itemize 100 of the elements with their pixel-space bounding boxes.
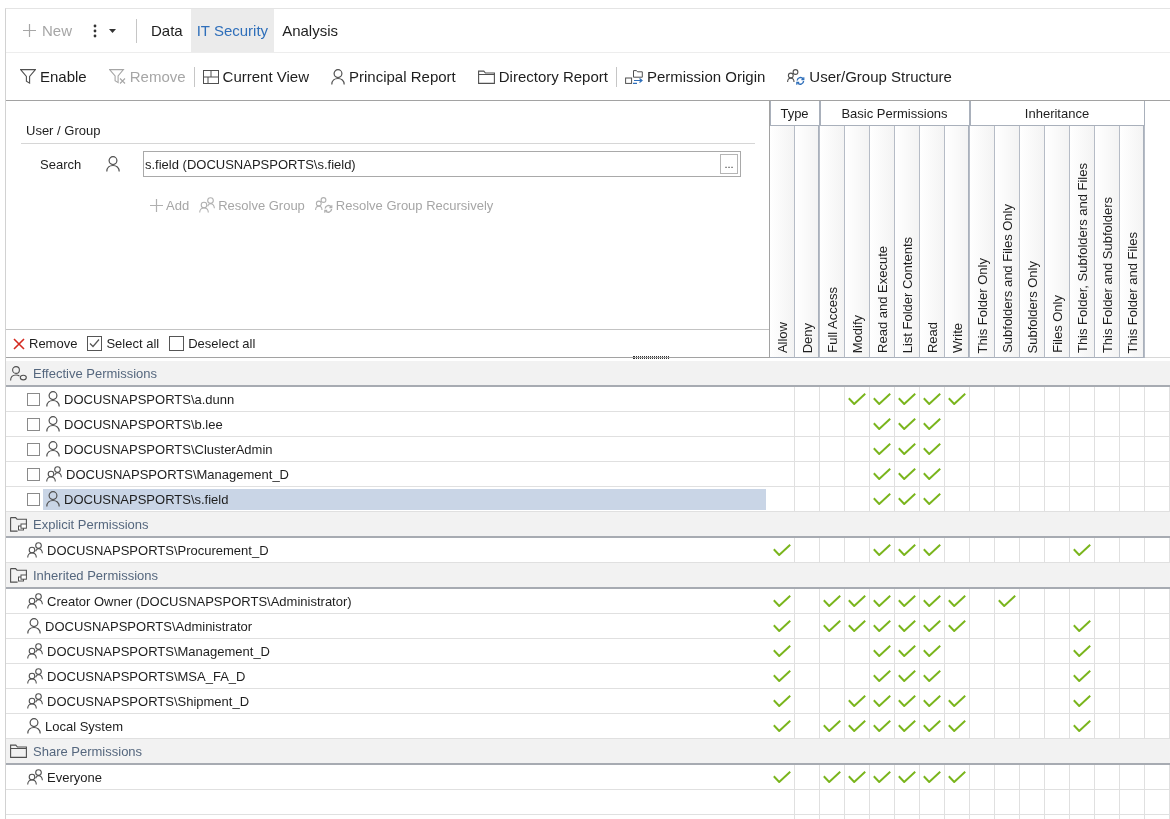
deselect-all-button[interactable]: Deselect all [169, 336, 256, 351]
empty-cell [1145, 387, 1170, 412]
column-header[interactable]: This Folder and Files [1120, 126, 1145, 358]
column-header[interactable]: Subfolders and Files Only [995, 126, 1020, 358]
user-icon [106, 156, 120, 172]
principal-row[interactable]: DOCUSNAPSPORTS\Management_D [43, 463, 766, 485]
column-header[interactable]: This Folder, Subfolders and Files [1070, 126, 1095, 358]
check-icon [923, 544, 941, 556]
section-title: Explicit Permissions [33, 516, 149, 532]
empty-cell [1095, 790, 1120, 815]
check-icon [873, 620, 891, 632]
plus-icon [150, 198, 163, 212]
principal-row[interactable]: DOCUSNAPSPORTS\b.lee [43, 413, 766, 435]
user-group-icon [27, 643, 43, 659]
column-header[interactable]: Modify [845, 126, 870, 358]
check-icon [873, 720, 891, 732]
user-icon [27, 718, 41, 734]
principal-row[interactable]: DOCUSNAPSPORTS\ClusterAdmin [43, 438, 766, 460]
empty-cell [1145, 664, 1170, 689]
column-header[interactable]: Files Only [1045, 126, 1070, 358]
remove-button[interactable]: Remove [13, 336, 78, 351]
principal-row[interactable]: DOCUSNAPSPORTS\s.field [43, 488, 766, 510]
tab[interactable]: Analysis [276, 9, 344, 52]
check-icon [848, 620, 866, 632]
browse-button[interactable]: ... [720, 154, 738, 174]
principal-row[interactable]: DOCUSNAPSPORTS\a.dunn [43, 388, 766, 410]
tab[interactable]: IT Security [190, 9, 275, 52]
check-icon [898, 443, 916, 455]
toolbar-button[interactable]: User/Group Structure [787, 68, 952, 85]
principal-row[interactable]: Local System [24, 715, 766, 737]
empty-cell [995, 790, 1020, 815]
check-icon [898, 645, 916, 657]
tab[interactable]: Data [145, 9, 189, 52]
principal-row[interactable]: DOCUSNAPSPORTS\Administrator [24, 615, 766, 637]
user-group-icon [27, 542, 43, 558]
check-icon [773, 645, 791, 657]
row-checkbox[interactable] [27, 392, 40, 406]
empty-cell [1145, 765, 1170, 790]
check-icon [873, 443, 891, 455]
check-icon [848, 771, 866, 783]
check-icon [823, 771, 841, 783]
toolbar-button[interactable]: Directory Report [477, 68, 608, 85]
check-icon [898, 468, 916, 480]
column-header[interactable]: Read and Execute [870, 126, 895, 358]
toolbar-button[interactable]: Principal Report [331, 68, 456, 85]
row-checkbox[interactable] [27, 442, 40, 456]
check-icon [773, 595, 791, 607]
check-icon [873, 544, 891, 556]
row-checkbox[interactable] [27, 417, 40, 431]
toolbar-button[interactable]: Current View [202, 68, 309, 85]
check-icon [1073, 720, 1091, 732]
section-title: Share Permissions [33, 743, 143, 759]
check-icon [873, 468, 891, 480]
empty-cell [1145, 412, 1170, 437]
check-icon [923, 620, 941, 632]
toolbar-button[interactable]: Enable [20, 68, 87, 85]
check-icon [873, 595, 891, 607]
row-checkbox[interactable] [27, 492, 40, 506]
check-icon [948, 595, 966, 607]
column-header[interactable]: Allow [770, 126, 795, 358]
user-group-sync-icon [787, 68, 806, 85]
principal-row[interactable]: Everyone [24, 766, 766, 788]
check-icon [898, 695, 916, 707]
check-icon [1073, 670, 1091, 682]
principal-row[interactable]: DOCUSNAPSPORTS\Procurement_D [24, 539, 766, 561]
check-icon [1073, 695, 1091, 707]
row-checkbox[interactable] [27, 467, 40, 481]
column-header[interactable]: Subfolders Only [1020, 126, 1045, 358]
empty-cell [1045, 790, 1070, 815]
principal-row[interactable]: DOCUSNAPSPORTS\Shipment_D [24, 690, 766, 712]
folder-windows-icon [10, 567, 27, 583]
column-header[interactable]: Deny [795, 126, 820, 358]
check-icon [823, 620, 841, 632]
user-link-icon [10, 365, 27, 381]
user-group-icon [27, 593, 43, 609]
column-header[interactable]: Full Access [820, 126, 845, 358]
check-icon [898, 493, 916, 505]
splitter-grip[interactable] [633, 356, 669, 359]
user-group-icon [46, 466, 62, 482]
toolbar-button[interactable]: Permission Origin [624, 68, 766, 85]
select-all-button[interactable]: Select all [87, 336, 160, 351]
empty-cell [1020, 790, 1045, 815]
principal-row[interactable]: DOCUSNAPSPORTS\MSA_FA_D [24, 665, 766, 687]
column-header[interactable]: Read [920, 126, 945, 358]
check-icon [898, 544, 916, 556]
search-field[interactable]: s.field (DOCUSNAPSPORTS\s.field) ... [143, 151, 741, 177]
principal-row[interactable]: DOCUSNAPSPORTS\Management_D [24, 640, 766, 662]
empty-cell [1145, 589, 1170, 614]
folder-windows-icon [10, 516, 27, 532]
column-header[interactable]: This Folder and Subfolders [1095, 126, 1120, 358]
column-header[interactable]: Write [945, 126, 970, 358]
empty-cell [1145, 790, 1170, 815]
empty-cell [1145, 462, 1170, 487]
check-icon [948, 695, 966, 707]
column-header[interactable]: This Folder Only [970, 126, 995, 358]
column-header[interactable]: List Folder Contents [895, 126, 920, 358]
principal-row[interactable]: Creator Owner (DOCUSNAPSPORTS\Administrator) [24, 590, 766, 612]
check-icon [923, 645, 941, 657]
more-icon [93, 23, 97, 38]
check-icon [1073, 544, 1091, 556]
